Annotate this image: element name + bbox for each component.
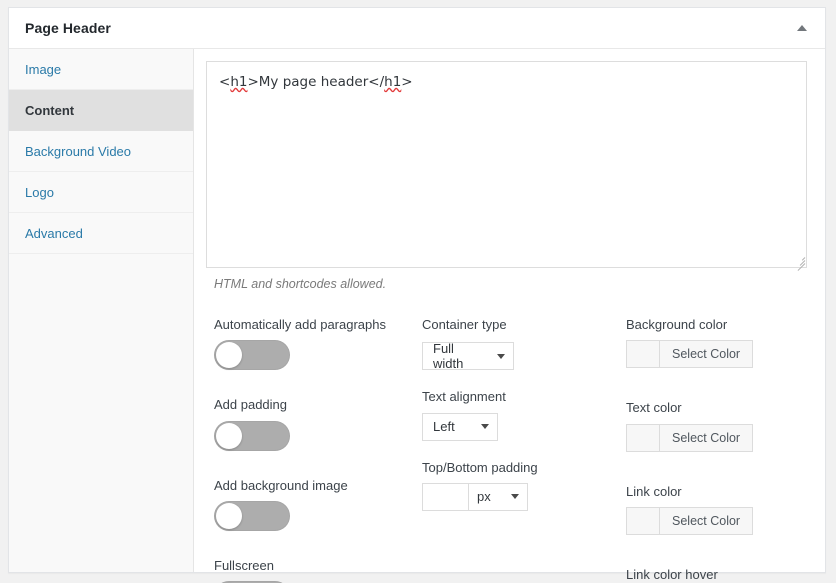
settings-column-colors: Background color Select Color Text color… [626,317,807,583]
collapse-panel-button[interactable] [785,8,819,48]
chevron-down-icon [481,424,489,429]
field-top-bottom-padding: Top/Bottom padding px [422,460,626,511]
field-container-type: Container type Full width [422,317,626,372]
sidebar-item-label: Image [25,61,62,77]
content-html-textarea[interactable]: <h1>My page header</h1> [206,61,807,268]
page-title: Page Header [25,20,111,36]
field-auto-paragraphs: Automatically add paragraphs [214,317,422,371]
toggle-knob [216,502,242,529]
field-fullscreen: Fullscreen [214,558,422,583]
field-label: Automatically add paragraphs [214,317,386,332]
settings-fields: Automatically add paragraphs Add padding… [206,317,807,583]
padding-value-input[interactable] [422,482,468,511]
select-text-alignment[interactable]: Left [422,412,498,441]
field-label: Fullscreen [214,557,274,573]
editor-help-text: HTML and shortcodes allowed. [214,277,387,291]
sidebar-item-label: Advanced [25,225,83,241]
toggle-add-background-image[interactable] [214,500,290,531]
padding-input-group: px [422,482,626,511]
colorpicker-link-color[interactable]: Select Color [626,506,754,535]
field-label: Text alignment [422,389,506,405]
sidebar-item-advanced[interactable]: Advanced [9,213,193,254]
screen: Page Header Image Content Background Vid… [0,0,836,583]
panel-body: Image Content Background Video Logo Adva… [9,49,825,583]
toggle-auto-paragraphs[interactable] [214,340,290,371]
sidebar-item-label: Content [25,102,75,118]
sidebar-item-label: Logo [25,184,54,200]
colorpicker-text-color[interactable]: Select Color [626,423,754,452]
caret-up-icon [797,25,807,31]
select-value: Left [433,419,455,434]
code-angle-close: > [401,74,413,90]
toggle-knob [216,342,242,369]
field-label: Background color [626,317,728,332]
settings-column-selects: Container type Full width Text alignment… [422,317,626,583]
field-add-background-image: Add background image [214,478,422,531]
color-swatch [627,507,660,534]
color-swatch [627,341,660,368]
page-header-panel: Page Header Image Content Background Vid… [8,7,826,583]
sidebar-item-image[interactable]: Image [9,49,193,90]
sidebar-item-logo[interactable]: Logo [9,172,193,213]
field-label: Link color hover [626,566,718,582]
select-color-button[interactable]: Select Color [660,507,753,534]
code-line: <h1>My page header</h1> [219,72,794,92]
sidebar-item-background-video[interactable]: Background Video [9,131,193,172]
code-tag-h1-open: h1 [230,74,248,90]
field-text-color: Text color Select Color [626,400,807,455]
color-swatch [627,424,660,451]
field-label: Text color [626,400,682,416]
toggle-knob [216,422,242,449]
code-text: >My page header</ [247,74,385,90]
chevron-down-icon [497,353,505,359]
code-angle-open: < [219,74,231,90]
field-label: Link color [626,483,682,499]
colorpicker-background-color[interactable]: Select Color [626,340,754,369]
select-value: Full width [433,341,464,372]
code-editor-wrapper: <h1>My page header</h1> [206,61,807,271]
sidebar-item-content[interactable]: Content [9,90,193,131]
chevron-down-icon [511,494,519,500]
field-text-alignment: Text alignment Left [422,389,626,441]
select-padding-unit[interactable]: px [468,482,528,511]
select-container-type[interactable]: Full width [422,341,514,372]
field-background-color: Background color Select Color [626,317,807,372]
sidebar-item-label: Background Video [25,143,132,159]
field-link-color: Link color Select Color [626,484,807,539]
sidebar-tabs: Image Content Background Video Logo Adva… [9,49,194,572]
settings-column-toggles: Automatically add paragraphs Add padding… [214,317,422,583]
panel-header: Page Header [9,8,825,49]
field-label: Top/Bottom padding [422,459,538,475]
field-label: Container type [422,317,507,332]
code-tag-h1-close: h1 [384,74,402,90]
select-color-button[interactable]: Select Color [660,424,753,451]
toggle-add-padding[interactable] [214,420,290,451]
field-add-padding: Add padding [214,397,422,451]
content-pane: <h1>My page header</h1> HTML and shortco… [194,49,825,583]
select-value: px [477,489,491,505]
field-link-color-hover: Link color hover Select Color [626,567,807,583]
select-color-button[interactable]: Select Color [660,341,753,368]
field-label: Add background image [214,477,348,493]
field-label: Add padding [214,397,288,413]
